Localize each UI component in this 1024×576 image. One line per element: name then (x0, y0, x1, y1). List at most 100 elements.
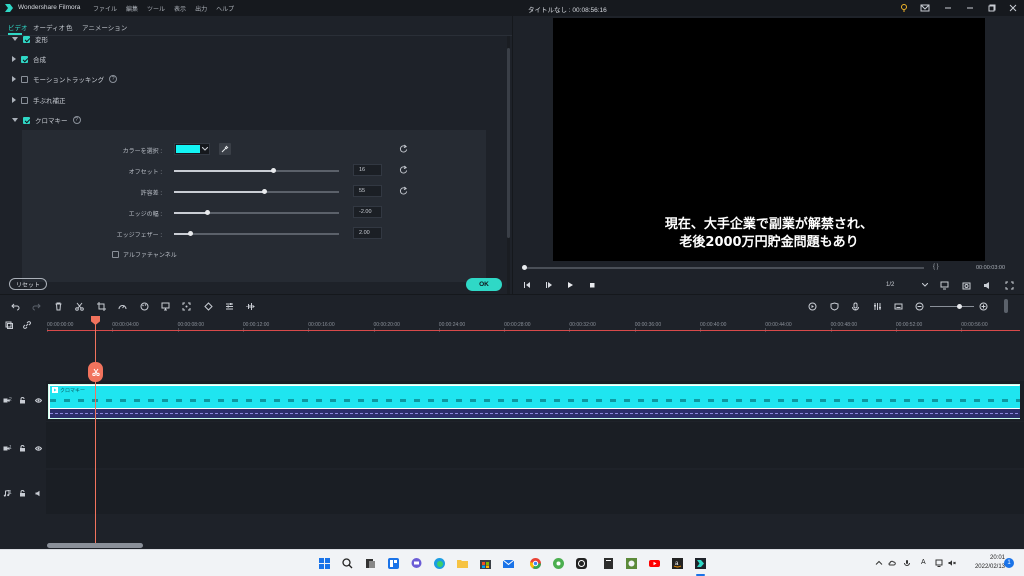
menu-help[interactable]: ヘルプ (216, 4, 234, 13)
option-stabilize[interactable]: 手ぶれ補正 (12, 95, 66, 105)
mail-app-icon[interactable] (502, 557, 515, 570)
eyedropper-button[interactable] (219, 143, 231, 155)
menu-file[interactable]: ファイル (93, 4, 117, 13)
progress-knob[interactable] (522, 265, 527, 270)
tab-animation[interactable]: アニメーション (82, 22, 127, 32)
file-explorer-icon[interactable] (456, 557, 469, 570)
collapse-icon[interactable] (12, 118, 18, 122)
app-icon-puzzle[interactable] (552, 557, 565, 570)
expand-icon[interactable] (12, 97, 16, 103)
speaker-icon[interactable] (35, 490, 42, 497)
windows-start-icon[interactable] (318, 557, 331, 570)
option-composite[interactable]: 合成 (12, 54, 46, 64)
green-screen-icon[interactable] (161, 302, 170, 311)
playback-progress-bar[interactable] (522, 265, 924, 270)
mark-in-out-brackets[interactable]: { } (933, 264, 939, 270)
delete-icon[interactable] (54, 302, 63, 311)
slider-knob[interactable] (270, 168, 276, 173)
lock-icon[interactable] (19, 397, 26, 404)
edge-feather-slider[interactable] (174, 231, 339, 236)
color-palette-icon[interactable] (140, 302, 149, 311)
mail-icon[interactable] (920, 3, 930, 13)
zoom-out-icon[interactable] (915, 302, 924, 311)
alpha-channel-option[interactable]: アルファチャンネル (112, 250, 177, 259)
help-icon[interactable]: ? (72, 116, 81, 124)
motion-tracking-icon[interactable] (182, 302, 191, 311)
lock-icon[interactable] (19, 490, 26, 497)
render-preview-icon[interactable] (808, 302, 817, 311)
color-picker-dropdown[interactable] (174, 143, 210, 155)
chrome-icon[interactable] (529, 557, 542, 570)
edge-feather-value[interactable]: 2.00 (353, 227, 382, 239)
speed-icon[interactable] (118, 302, 127, 311)
tolerance-value[interactable]: 55 (353, 185, 382, 197)
stabilize-checkbox[interactable] (21, 96, 28, 104)
keyframe-icon[interactable] (204, 302, 213, 311)
menu-export[interactable]: 出力 (195, 4, 207, 13)
stop-icon[interactable] (588, 281, 596, 289)
system-clock[interactable]: 20:01 2022/02/13 (963, 554, 1005, 572)
alpha-channel-checkbox[interactable] (112, 251, 119, 258)
offset-slider[interactable] (174, 168, 339, 173)
shield-icon[interactable] (830, 302, 839, 311)
widgets-icon[interactable] (387, 557, 400, 570)
chat-icon[interactable] (410, 557, 423, 570)
chroma-video-clip[interactable]: クロマキー (48, 384, 1020, 419)
render-quality-dropdown[interactable]: 1/2 (886, 280, 928, 290)
minimize-window-icon[interactable] (965, 3, 975, 13)
slider-knob[interactable] (188, 231, 193, 236)
toolbar-scroll-handle[interactable] (1004, 299, 1008, 313)
weather-icon[interactable] (888, 559, 896, 567)
reset-button[interactable]: リセット (9, 278, 47, 290)
menu-tools[interactable]: ツール (147, 4, 165, 13)
timeline-horizontal-scrollbar[interactable] (47, 543, 143, 548)
play-slow-icon[interactable] (545, 281, 553, 289)
track-row-empty[interactable] (46, 332, 1024, 380)
snapshot-icon[interactable] (962, 281, 971, 290)
option-transform[interactable]: 変形 (12, 34, 48, 44)
app-icon-b[interactable] (575, 557, 588, 570)
adjust-icon[interactable] (225, 302, 234, 311)
tab-audio[interactable]: オーディオ (33, 22, 65, 32)
slider-knob[interactable] (262, 189, 268, 194)
search-icon[interactable] (341, 557, 354, 570)
tolerance-slider[interactable] (174, 189, 339, 194)
restore-icon[interactable] (987, 3, 997, 13)
offset-value[interactable]: 16 (353, 164, 382, 176)
zoom-slider-knob[interactable] (957, 304, 962, 309)
playhead-line[interactable] (95, 318, 96, 543)
expand-icon[interactable] (12, 37, 18, 41)
notification-badge[interactable]: 1 (1004, 558, 1014, 568)
playhead-split-button[interactable] (88, 362, 103, 382)
tab-video[interactable]: ビデオ (8, 22, 28, 32)
display-icon[interactable] (940, 281, 949, 290)
lightbulb-icon[interactable] (899, 3, 909, 13)
expand-icon[interactable] (12, 76, 16, 82)
microphone-tray-icon[interactable] (903, 559, 911, 567)
menu-edit[interactable]: 編集 (126, 4, 138, 13)
video-preview[interactable]: 現在、大手企業で副業が解禁され、 老後2000万円貯金問題もあり (553, 18, 985, 261)
subtitle-icon[interactable] (894, 302, 903, 311)
expand-icon[interactable] (12, 56, 16, 62)
youtube-icon[interactable] (648, 557, 661, 570)
reset-offset-icon[interactable] (399, 165, 408, 174)
panel-scrollbar[interactable] (507, 36, 510, 294)
help-icon[interactable]: ? (109, 75, 118, 83)
reset-tolerance-icon[interactable] (399, 186, 408, 195)
store-icon[interactable] (479, 557, 492, 570)
ok-button[interactable]: OK (466, 278, 502, 291)
edge-browser-icon[interactable] (433, 557, 446, 570)
fullscreen-icon[interactable] (1005, 281, 1014, 290)
task-view-icon[interactable] (364, 557, 377, 570)
add-track-icon[interactable] (5, 321, 13, 329)
mixer-icon[interactable] (873, 302, 882, 311)
edge-width-slider[interactable] (174, 210, 339, 215)
slider-knob[interactable] (204, 210, 210, 215)
motion-tracking-checkbox[interactable] (21, 75, 28, 83)
menu-view[interactable]: 表示 (174, 4, 186, 13)
filmora-taskbar-icon[interactable] (694, 557, 707, 570)
undo-icon[interactable] (11, 302, 20, 311)
play-icon[interactable] (566, 281, 574, 289)
app-icon-book[interactable] (602, 557, 615, 570)
option-chroma-key[interactable]: クロマキー ? (12, 115, 81, 125)
